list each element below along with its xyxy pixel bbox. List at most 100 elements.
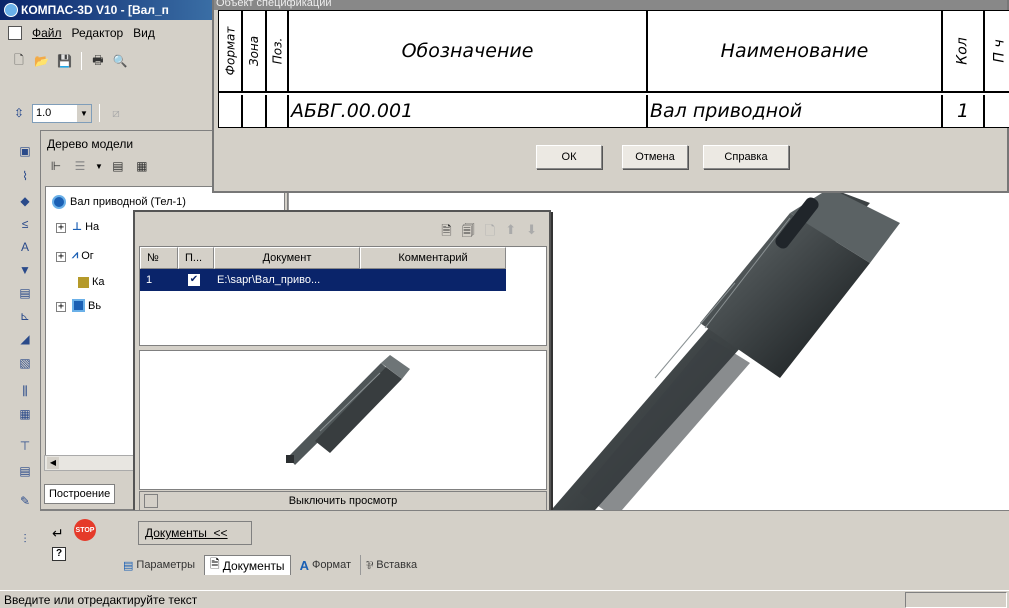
status-field xyxy=(905,591,1007,608)
create-object-icon[interactable]: ↵ xyxy=(52,525,64,542)
print-icon[interactable]: 🖶 xyxy=(89,51,107,71)
expand-icon[interactable]: + xyxy=(56,302,66,312)
shaft-3d-view[interactable] xyxy=(540,193,1009,538)
tree-structure-icon[interactable]: ⊩ xyxy=(47,156,65,176)
symbol-icon[interactable]: A xyxy=(14,236,36,258)
toggle-checkbox[interactable] xyxy=(144,494,158,508)
edit-icon[interactable]: ◆ xyxy=(14,190,36,212)
tree-item[interactable]: ⊥ На xyxy=(72,220,99,234)
print-preview-icon[interactable]: 🔍 xyxy=(111,51,130,71)
tree-scrollbar[interactable]: ◀ xyxy=(44,455,136,471)
scroll-left-icon[interactable]: ◀ xyxy=(47,457,59,469)
col-designation: Обозначение xyxy=(289,11,648,93)
spec-table: Формат Зона Поз. Обозначение Наименовани… xyxy=(218,10,1009,128)
col-zone: Зона xyxy=(243,11,267,93)
standard-toolbar: 🗋 📂 💾 🖶 🔍 xyxy=(4,48,212,74)
column-include[interactable]: П... xyxy=(178,247,214,269)
preview-toggle-button[interactable]: Выключить просмотр xyxy=(139,491,547,511)
move-up-icon[interactable]: ⬆ xyxy=(505,222,516,244)
tree-item[interactable]: ⩘ Ог xyxy=(72,249,94,262)
tree-item[interactable]: Вь xyxy=(72,299,101,312)
chevron-down-icon[interactable]: ▼ xyxy=(95,162,103,171)
col-name: Наименование xyxy=(648,11,943,93)
scale-icon[interactable]: ⇳ xyxy=(10,103,28,123)
layer-icon[interactable]: ⧄ xyxy=(107,103,125,123)
expand-icon[interactable]: + xyxy=(56,223,66,233)
cell-qty[interactable]: 1 xyxy=(943,95,985,127)
cell-note[interactable] xyxy=(985,95,1009,127)
remove-document-icon[interactable]: 🗋 xyxy=(485,222,495,244)
material-icon xyxy=(78,276,89,288)
note-icon[interactable]: ✎ xyxy=(14,490,36,512)
compact-panel-icon[interactable]: ▣ xyxy=(14,140,36,162)
docs-toggle-button[interactable]: Документы << xyxy=(138,521,252,545)
window-title: КОМПАС-3D V10 - [Вал_п xyxy=(21,3,169,17)
column-document[interactable]: Документ xyxy=(214,247,360,269)
help-icon[interactable]: ? xyxy=(52,547,66,561)
dimension-icon[interactable]: ≤ xyxy=(14,213,36,235)
tree-item[interactable]: Ка xyxy=(78,276,105,288)
docs-header: № П... Документ Комментарий xyxy=(140,247,546,269)
col-pos: Поз. xyxy=(267,11,289,93)
tab-parameters[interactable]: ▤ Параметры xyxy=(118,555,200,575)
filter-icon[interactable]: ▼ xyxy=(14,259,36,281)
cell-format[interactable] xyxy=(219,95,243,127)
menu-file[interactable]: Файл xyxy=(32,26,62,40)
surface-icon[interactable]: ◢ xyxy=(14,328,36,350)
add-file-icon[interactable]: 🗐 xyxy=(462,222,475,244)
tree-structure-icon[interactable]: ⊤ xyxy=(14,435,36,457)
cell-zone[interactable] xyxy=(243,95,267,127)
table-icon[interactable]: ▤ xyxy=(14,460,36,482)
move-down-icon[interactable]: ⬇ xyxy=(526,222,537,244)
sheet-metal-icon[interactable]: ⫼ xyxy=(14,380,36,402)
cell-designation[interactable]: АБВГ.00.001 xyxy=(289,95,648,127)
tab-insert[interactable]: ⅌ Вставка xyxy=(360,555,422,575)
checkbox-checked-icon[interactable]: ✔ xyxy=(188,274,200,286)
cell-name[interactable]: Вал приводной xyxy=(648,95,943,127)
row-include[interactable]: ✔ xyxy=(178,269,214,291)
tree-toolbar: ⊩ ☰ ▼ ▤ ▦ xyxy=(47,156,151,176)
part-icon xyxy=(52,195,66,209)
tab-construction[interactable]: Построение xyxy=(44,484,116,504)
open-file-icon[interactable]: 📂 xyxy=(32,51,51,71)
tab-format[interactable]: A Формат xyxy=(295,555,356,575)
report-icon[interactable]: ▧ xyxy=(14,352,36,374)
col-note: П ч xyxy=(985,11,1009,93)
assembly-icon[interactable]: ▦ xyxy=(14,403,36,425)
sketch-arc-icon: ⩘ xyxy=(72,249,79,261)
stop-group: ↵ STOP ? xyxy=(50,517,110,565)
cancel-button[interactable]: Отмена xyxy=(622,145,688,169)
tree-root[interactable]: Вал приводной (Тел-1) xyxy=(52,195,186,209)
chevron-down-icon[interactable]: ▼ xyxy=(77,104,91,122)
tab-documents[interactable]: 🗎 Документы xyxy=(204,555,291,575)
column-number[interactable]: № xyxy=(140,247,178,269)
save-icon[interactable]: 💾 xyxy=(55,51,74,71)
left-tool-strip: ▣ ⌇ ◆ ≤ A ▼ ▤ ⊾ ◢ ▧ ⫼ ▦ ⊤ ▤ ✎ ⫶ xyxy=(0,130,40,590)
spec-dialog-title: Объект спецификации xyxy=(214,0,1007,10)
zoom-combo[interactable]: 1.0 ▼ xyxy=(32,103,92,123)
doc-icon[interactable] xyxy=(8,26,22,40)
tree-props-icon[interactable]: ▦ xyxy=(133,156,151,176)
expand-icon[interactable]: + xyxy=(56,252,66,262)
help-button[interactable]: Справка xyxy=(703,145,789,169)
menu-view[interactable]: Вид xyxy=(133,26,155,40)
spec-icon[interactable]: ▤ xyxy=(14,282,36,304)
title-bar: КОМПАС-3D V10 - [Вал_п xyxy=(0,0,212,20)
layers-icon[interactable]: ⫶ xyxy=(14,528,36,550)
status-text: Введите или отредактируйте текст xyxy=(4,592,198,607)
geometry-icon[interactable]: ⌇ xyxy=(14,165,36,187)
new-file-icon[interactable]: 🗋 xyxy=(10,51,28,71)
tree-view-icon[interactable]: ☰ xyxy=(71,156,89,176)
zoom-value: 1.0 xyxy=(36,107,52,119)
column-comment[interactable]: Комментарий xyxy=(360,247,506,269)
stop-icon[interactable]: STOP xyxy=(74,519,96,541)
table-row[interactable]: 1 ✔ E:\sapr\Вал_приво... xyxy=(140,269,506,291)
kompas-logo-icon xyxy=(4,3,18,17)
tree-list-icon[interactable]: ▤ xyxy=(109,156,127,176)
ok-button[interactable]: ОК xyxy=(536,145,602,169)
cell-pos[interactable] xyxy=(267,95,289,127)
row-number: 1 xyxy=(146,274,153,286)
menu-edit[interactable]: Редактор xyxy=(72,26,124,40)
add-document-icon[interactable]: 🗎 xyxy=(441,222,451,244)
measure-icon[interactable]: ⊾ xyxy=(14,305,36,327)
